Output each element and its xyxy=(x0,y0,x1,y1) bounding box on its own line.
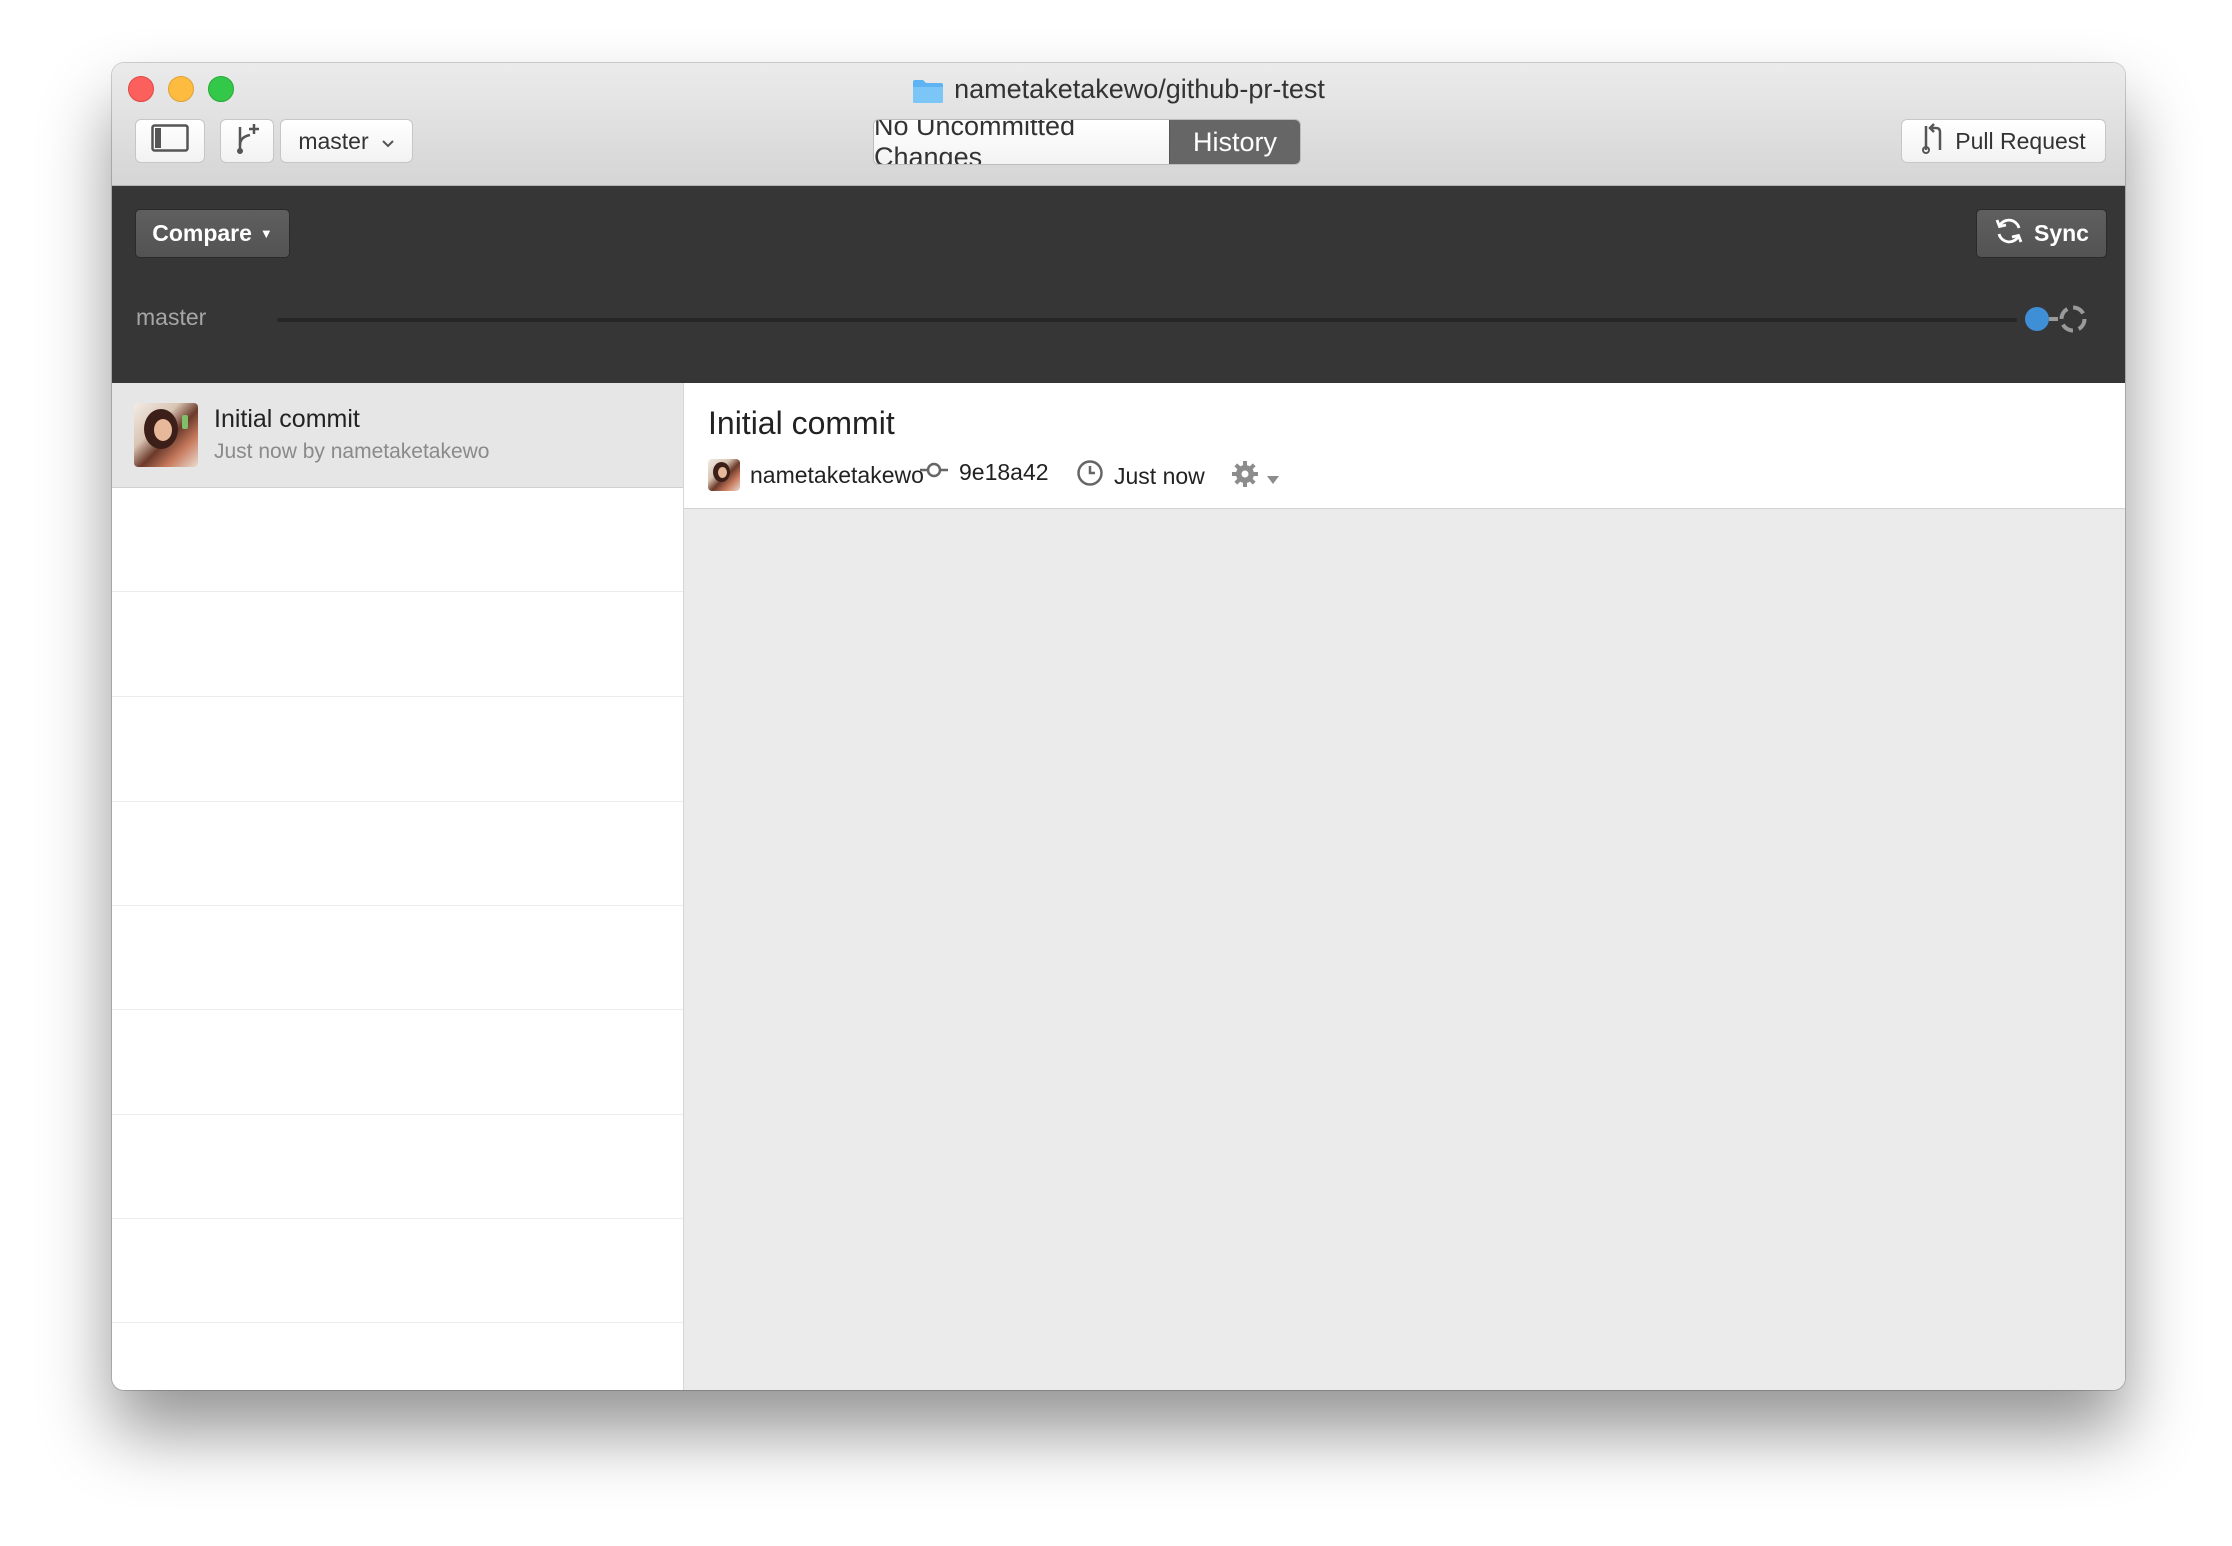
empty-list-row xyxy=(112,697,683,802)
gear-icon xyxy=(1230,459,1260,495)
commit-icon xyxy=(919,459,949,486)
caret-down-icon: ▼ xyxy=(259,226,273,241)
empty-list-row xyxy=(112,1010,683,1115)
sync-button[interactable]: Sync xyxy=(1976,209,2107,258)
commit-list: Initial commit Just now by nametaketakew… xyxy=(112,383,684,1390)
sync-label: Sync xyxy=(2034,220,2089,246)
uncommitted-marker-icon[interactable] xyxy=(2058,304,2088,334)
branch-selector-label: master xyxy=(298,127,369,154)
commit-sha-text: 9e18a42 xyxy=(959,459,1049,485)
clock-icon xyxy=(1076,459,1104,493)
commit-detail-header: Initial commit nametaketakewo 9e18a42 Ju… xyxy=(684,383,2125,509)
empty-list-row xyxy=(112,1114,683,1219)
branch-plus-icon xyxy=(232,121,262,161)
view-tabs: No Uncommitted Changes History xyxy=(873,119,1301,165)
commit-sha: 9e18a42 xyxy=(919,459,1049,486)
tab-history[interactable]: History xyxy=(1169,120,1300,164)
author-avatar xyxy=(134,403,198,467)
compare-label: Compare xyxy=(152,220,252,246)
timeline-track xyxy=(277,318,2017,322)
timeline-connector xyxy=(2049,317,2058,321)
commit-author-name: nametaketakewo xyxy=(750,461,924,488)
create-branch-button[interactable] xyxy=(220,119,274,163)
empty-list-row xyxy=(112,1218,683,1323)
commit-diff-area xyxy=(684,509,2125,1390)
tab-uncommitted-changes[interactable]: No Uncommitted Changes xyxy=(874,120,1169,164)
title-bar: nametaketakewo/github-pr-test master No … xyxy=(112,63,2125,186)
timeline-branch-label: master xyxy=(136,304,207,330)
empty-list-row xyxy=(112,487,683,592)
toggle-sidebar-button[interactable] xyxy=(135,119,205,163)
commit-list-item[interactable]: Initial commit Just now by nametaketakew… xyxy=(112,383,683,488)
sync-icon xyxy=(1994,216,2024,252)
branch-selector[interactable]: master xyxy=(280,119,413,163)
app-window: nametaketakewo/github-pr-test master No … xyxy=(112,63,2125,1390)
commit-detail-title: Initial commit xyxy=(708,405,895,441)
commit-author: nametaketakewo xyxy=(708,459,924,491)
empty-list-row xyxy=(112,592,683,697)
pull-request-button[interactable]: Pull Request xyxy=(1901,119,2106,163)
author-avatar-small xyxy=(708,459,740,491)
window-title-text: nametaketakewo/github-pr-test xyxy=(954,74,1325,104)
commit-list-subtitle: Just now by nametaketakewo xyxy=(214,440,490,463)
sidebar-icon xyxy=(151,124,189,158)
commit-list-title: Initial commit xyxy=(214,405,360,433)
commit-time-text: Just now xyxy=(1114,462,1205,489)
commit-options-menu[interactable] xyxy=(1230,459,1280,495)
commit-marker[interactable] xyxy=(2025,307,2049,331)
pull-request-icon xyxy=(1921,122,1945,160)
compare-panel: Compare ▼ Sync master xyxy=(112,186,2125,383)
caret-down-icon xyxy=(1266,464,1280,491)
folder-icon xyxy=(912,77,944,113)
chevron-down-icon xyxy=(381,128,395,155)
empty-list-row xyxy=(112,801,683,906)
commit-time: Just now xyxy=(1076,459,1205,493)
empty-list-row xyxy=(112,905,683,1010)
pull-request-label: Pull Request xyxy=(1955,127,2086,154)
window-title: nametaketakewo/github-pr-test xyxy=(112,71,2125,113)
compare-button[interactable]: Compare ▼ xyxy=(135,209,290,258)
